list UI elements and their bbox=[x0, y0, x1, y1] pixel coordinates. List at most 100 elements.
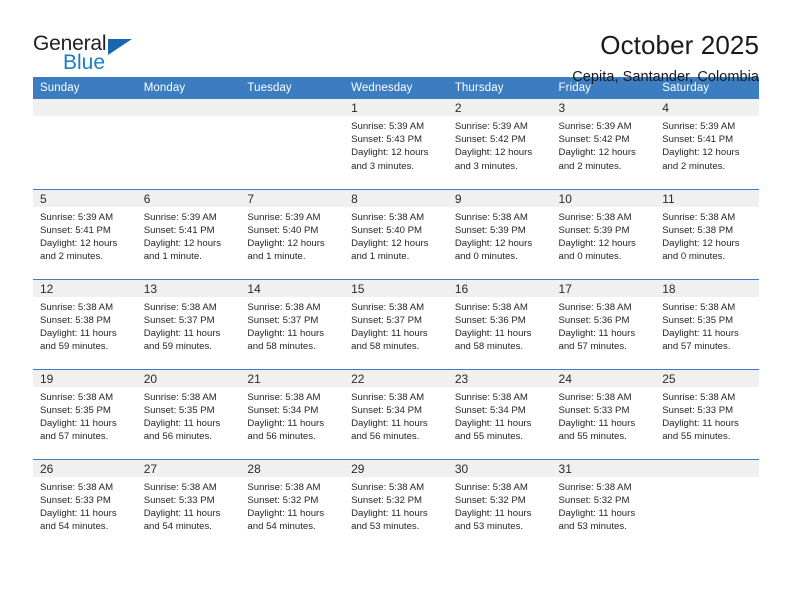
day-number: 8 bbox=[344, 189, 448, 207]
day-number: 1 bbox=[344, 99, 448, 116]
day-details: Sunrise: 5:38 AM Sunset: 5:39 PM Daylight:… bbox=[552, 207, 656, 264]
calendar-day-cell[interactable]: 4 Sunrise: 5:39 AM Sunset: 5:41 PM Daylight… bbox=[655, 99, 759, 189]
daylight-text: Daylight: 11 hours and 58 minutes. bbox=[454, 327, 532, 353]
sunrise-text: Sunrise: 5:39 AM bbox=[40, 211, 114, 223]
sunset-text: Sunset: 5:38 PM bbox=[40, 314, 111, 326]
sunset-text: Sunset: 5:41 PM bbox=[662, 134, 734, 146]
title-block: October 2025 Cepita, Santander, Colombia bbox=[572, 30, 759, 87]
calendar-day-cell[interactable]: 13 Sunrise: 5:38 AM Sunset: 5:37 PM Dayligh… bbox=[136, 278, 241, 369]
day-details: Sunrise: 5:38 AM Sunset: 5:37 PM Daylight:… bbox=[137, 297, 241, 354]
sunrise-text: Sunrise: 5:38 AM bbox=[662, 211, 736, 223]
daylight-text: Daylight: 11 hours and 56 minutes. bbox=[247, 417, 325, 443]
daylight-text: Daylight: 11 hours and 57 minutes. bbox=[558, 327, 636, 353]
daylight-text: Daylight: 11 hours and 56 minutes. bbox=[351, 417, 428, 443]
calendar-week-row: 5 Sunrise: 5:39 AM Sunset: 5:41 PM Daylight… bbox=[33, 188, 759, 279]
calendar-day-cell[interactable]: 10 Sunrise: 5:38 AM Sunset: 5:39 PM Dayligh… bbox=[551, 188, 656, 279]
sunset-text: Sunset: 5:36 PM bbox=[558, 314, 630, 326]
day-details: Sunrise: 5:38 AM Sunset: 5:39 PM Daylight:… bbox=[448, 207, 552, 264]
day-details: Sunrise: 5:39 AM Sunset: 5:41 PM Daylight:… bbox=[655, 116, 759, 173]
day-details: Sunrise: 5:38 AM Sunset: 5:36 PM Daylight:… bbox=[448, 297, 552, 354]
calendar-body: 1 Sunrise: 5:39 AM Sunset: 5:43 PM Daylight… bbox=[33, 99, 759, 549]
day-number: 5 bbox=[33, 189, 137, 207]
calendar-day-cell[interactable]: 1 Sunrise: 5:39 AM Sunset: 5:43 PM Daylight… bbox=[344, 99, 448, 189]
day-number: 24 bbox=[551, 369, 656, 387]
calendar-day-cell[interactable]: 8 Sunrise: 5:38 AM Sunset: 5:40 PM Daylight… bbox=[344, 188, 448, 279]
calendar-day-cell[interactable]: 15 Sunrise: 5:38 AM Sunset: 5:37 PM Dayligh… bbox=[344, 278, 448, 369]
sunrise-text: Sunrise: 5:38 AM bbox=[558, 211, 632, 223]
calendar-grid: Sunday Monday Tuesday Wednesday Thursday Frid… bbox=[33, 77, 759, 549]
sunrise-text: Sunrise: 5:38 AM bbox=[40, 391, 114, 403]
day-details: Sunrise: 5:38 AM Sunset: 5:32 PM Daylight:… bbox=[552, 477, 656, 534]
calendar-day-cell[interactable]: 27 Sunrise: 5:38 AM Sunset: 5:33 PM Dayligh… bbox=[136, 458, 241, 549]
day-details: Sunrise: 5:39 AM Sunset: 5:43 PM Daylight:… bbox=[344, 116, 448, 173]
day-number: 22 bbox=[344, 369, 448, 387]
general-blue-logo[interactable]: General Blue bbox=[33, 30, 143, 74]
day-details: Sunrise: 5:38 AM Sunset: 5:38 PM Daylight:… bbox=[655, 207, 759, 264]
day-number: 21 bbox=[240, 369, 345, 387]
calendar-day-cell[interactable]: 5 Sunrise: 5:39 AM Sunset: 5:41 PM Daylight… bbox=[33, 188, 137, 279]
sunrise-text: Sunrise: 5:38 AM bbox=[454, 391, 528, 403]
sunrise-text: Sunrise: 5:38 AM bbox=[143, 481, 217, 493]
day-details: Sunrise: 5:38 AM Sunset: 5:37 PM Daylight:… bbox=[240, 297, 344, 354]
calendar-day-cell[interactable]: 11 Sunrise: 5:38 AM Sunset: 5:38 PM Dayligh… bbox=[655, 188, 759, 279]
calendar-week-row: 19 Sunrise: 5:38 AM Sunset: 5:35 PM Dayligh… bbox=[33, 368, 759, 459]
calendar-day-cell[interactable]: 22 Sunrise: 5:38 AM Sunset: 5:34 PM Dayligh… bbox=[344, 368, 448, 459]
calendar-day-cell[interactable]: 29 Sunrise: 5:38 AM Sunset: 5:32 PM Dayligh… bbox=[344, 458, 448, 549]
calendar-week-row: 1 Sunrise: 5:39 AM Sunset: 5:43 PM Daylight… bbox=[33, 99, 759, 189]
calendar-day-cell[interactable]: 12 Sunrise: 5:38 AM Sunset: 5:38 PM Dayligh… bbox=[33, 278, 137, 369]
calendar-day-cell[interactable]: 25 Sunrise: 5:38 AM Sunset: 5:33 PM Dayligh… bbox=[655, 368, 759, 459]
calendar-day-cell[interactable]: 20 Sunrise: 5:38 AM Sunset: 5:35 PM Dayligh… bbox=[136, 368, 241, 459]
calendar-day-cell[interactable]: 18 Sunrise: 5:38 AM Sunset: 5:35 PM Dayligh… bbox=[655, 278, 759, 369]
day-number bbox=[33, 99, 137, 116]
calendar-day-cell[interactable]: 3 Sunrise: 5:39 AM Sunset: 5:42 PM Daylight… bbox=[551, 99, 656, 189]
day-number bbox=[136, 99, 241, 116]
page-header: General Blue October 2025 Cepita, Santan… bbox=[33, 0, 759, 85]
day-number: 9 bbox=[447, 189, 552, 207]
day-number: 15 bbox=[344, 279, 448, 297]
day-details: Sunrise: 5:38 AM Sunset: 5:34 PM Daylight:… bbox=[448, 387, 552, 444]
calendar-day-cell[interactable]: 16 Sunrise: 5:38 AM Sunset: 5:36 PM Dayligh… bbox=[447, 278, 552, 369]
calendar-day-cell[interactable]: 2 Sunrise: 5:39 AM Sunset: 5:42 PM Daylight… bbox=[447, 99, 552, 189]
daylight-text: Daylight: 12 hours and 2 minutes. bbox=[558, 147, 636, 172]
calendar-day-cell[interactable]: 31 Sunrise: 5:38 AM Sunset: 5:32 PM Dayligh… bbox=[551, 458, 656, 549]
sunset-text: Sunset: 5:41 PM bbox=[40, 224, 111, 236]
sunset-text: Sunset: 5:37 PM bbox=[143, 314, 215, 326]
calendar-day-cell[interactable]: 7 Sunrise: 5:39 AM Sunset: 5:40 PM Daylight… bbox=[240, 188, 345, 279]
calendar-day-cell[interactable]: 21 Sunrise: 5:38 AM Sunset: 5:34 PM Dayligh… bbox=[240, 368, 345, 459]
sunrise-text: Sunrise: 5:38 AM bbox=[351, 391, 425, 403]
calendar-day-cell[interactable]: 26 Sunrise: 5:38 AM Sunset: 5:33 PM Dayligh… bbox=[33, 458, 137, 549]
calendar-day-cell[interactable]: 14 Sunrise: 5:38 AM Sunset: 5:37 PM Dayligh… bbox=[240, 278, 345, 369]
sunset-text: Sunset: 5:34 PM bbox=[454, 404, 526, 416]
day-details: Sunrise: 5:38 AM Sunset: 5:33 PM Daylight:… bbox=[33, 477, 137, 534]
sunset-text: Sunset: 5:38 PM bbox=[662, 224, 734, 236]
sunset-text: Sunset: 5:32 PM bbox=[247, 494, 319, 506]
weekday-header-monday: Monday bbox=[136, 77, 241, 99]
day-details: Sunrise: 5:38 AM Sunset: 5:35 PM Daylight:… bbox=[33, 387, 137, 444]
day-number: 26 bbox=[33, 459, 137, 477]
day-details: Sunrise: 5:38 AM Sunset: 5:33 PM Daylight:… bbox=[552, 387, 656, 444]
daylight-text: Daylight: 11 hours and 57 minutes. bbox=[662, 327, 739, 353]
sunset-text: Sunset: 5:32 PM bbox=[351, 494, 423, 506]
calendar-day-cell[interactable]: 6 Sunrise: 5:39 AM Sunset: 5:41 PM Daylight… bbox=[136, 188, 241, 279]
day-number: 10 bbox=[551, 189, 656, 207]
calendar-day-cell[interactable]: 24 Sunrise: 5:38 AM Sunset: 5:33 PM Dayligh… bbox=[551, 368, 656, 459]
daylight-text: Daylight: 11 hours and 57 minutes. bbox=[40, 417, 117, 443]
day-number bbox=[240, 99, 345, 116]
calendar-day-cell[interactable]: 17 Sunrise: 5:38 AM Sunset: 5:36 PM Dayligh… bbox=[551, 278, 656, 369]
daylight-text: Daylight: 11 hours and 53 minutes. bbox=[351, 507, 428, 533]
calendar-day-cell[interactable]: 28 Sunrise: 5:38 AM Sunset: 5:32 PM Dayligh… bbox=[240, 458, 345, 549]
calendar-day-cell[interactable]: 9 Sunrise: 5:38 AM Sunset: 5:39 PM Daylight… bbox=[447, 188, 552, 279]
day-details: Sunrise: 5:38 AM Sunset: 5:32 PM Daylight:… bbox=[240, 477, 344, 534]
sunset-text: Sunset: 5:39 PM bbox=[558, 224, 630, 236]
sunrise-text: Sunrise: 5:38 AM bbox=[247, 481, 321, 493]
calendar-week-row: 12 Sunrise: 5:38 AM Sunset: 5:38 PM Dayligh… bbox=[33, 278, 759, 369]
calendar-day-cell[interactable]: 30 Sunrise: 5:38 AM Sunset: 5:32 PM Dayligh… bbox=[447, 458, 552, 549]
calendar-day-cell[interactable]: 23 Sunrise: 5:38 AM Sunset: 5:34 PM Dayligh… bbox=[447, 368, 552, 459]
sunset-text: Sunset: 5:40 PM bbox=[247, 224, 319, 236]
daylight-text: Daylight: 11 hours and 54 minutes. bbox=[40, 507, 117, 533]
day-number: 3 bbox=[551, 99, 656, 116]
sunset-text: Sunset: 5:33 PM bbox=[143, 494, 215, 506]
calendar-day-cell[interactable]: 19 Sunrise: 5:38 AM Sunset: 5:35 PM Dayligh… bbox=[33, 368, 137, 459]
sunrise-text: Sunrise: 5:38 AM bbox=[558, 391, 632, 403]
daylight-text: Daylight: 11 hours and 58 minutes. bbox=[351, 327, 428, 353]
